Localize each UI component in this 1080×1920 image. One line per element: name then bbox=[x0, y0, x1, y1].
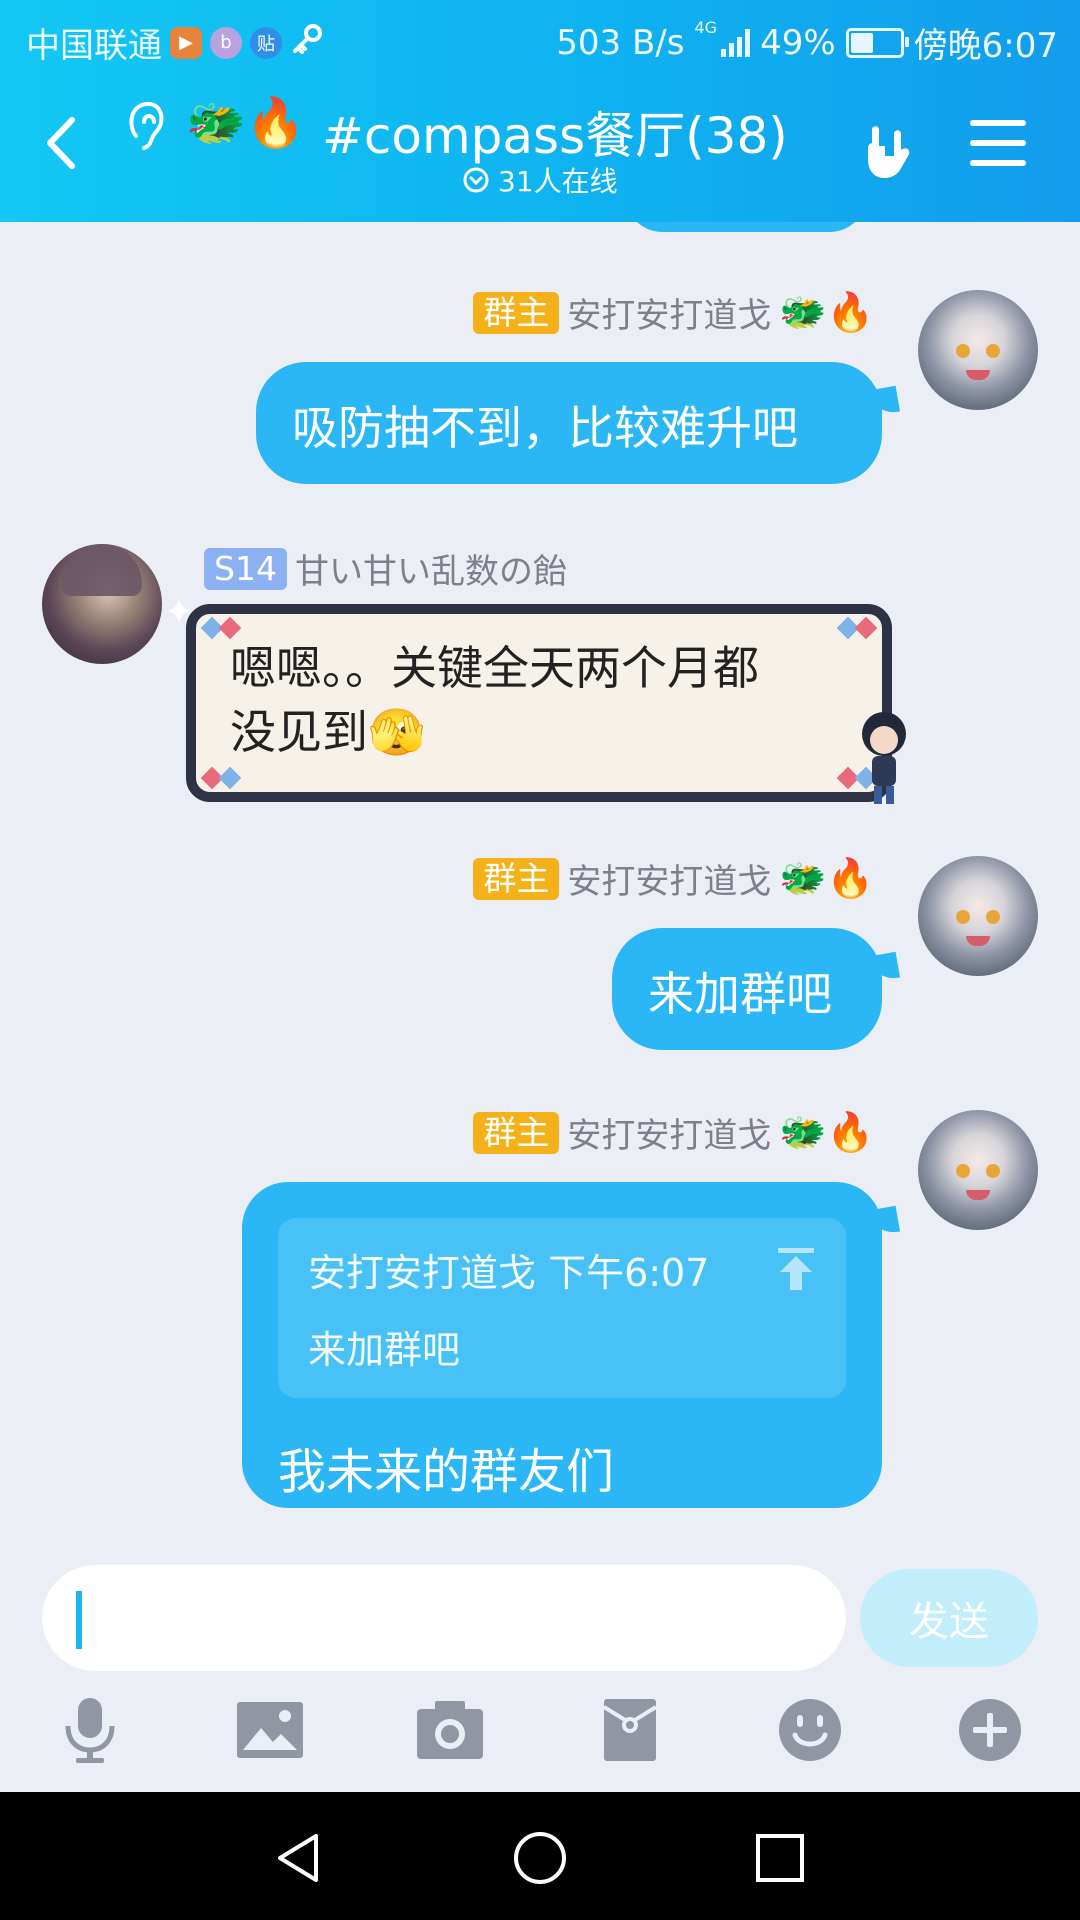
send-button[interactable]: 发送 bbox=[860, 1569, 1038, 1667]
red-packet-button[interactable] bbox=[590, 1690, 670, 1770]
sparkle-icon: ✦ bbox=[164, 592, 195, 633]
system-nav-bar bbox=[0, 1792, 1080, 1920]
avatar[interactable] bbox=[42, 544, 162, 664]
chat-title[interactable]: #compass餐厅(38) bbox=[322, 96, 788, 168]
owner-badge: 群主 bbox=[473, 291, 560, 334]
message-text: 我未来的群友们 bbox=[278, 1444, 615, 1500]
network-type: 4G bbox=[694, 18, 718, 37]
rock-hand-icon bbox=[868, 126, 910, 178]
previous-message-bubble bbox=[626, 222, 866, 232]
peek-emoji: 🫣 bbox=[368, 705, 426, 759]
fire-emoji: 🔥 bbox=[245, 95, 306, 151]
nav-back-button[interactable] bbox=[260, 1818, 340, 1898]
owner-badge: 群主 bbox=[473, 857, 560, 900]
message-text: 来加群吧 bbox=[648, 967, 832, 1021]
decorated-bubble-frame: 嗯嗯。。关键全天两个月都 没见到🫣 bbox=[186, 604, 892, 802]
dropdown-circle-icon bbox=[463, 167, 489, 193]
dragon-emoji: 🐲 bbox=[779, 290, 827, 334]
online-label: 31人在线 bbox=[498, 165, 618, 198]
chibi-character-sticker bbox=[856, 708, 912, 808]
sender-name[interactable]: 安打安打道戈 bbox=[567, 1108, 771, 1157]
back-arrow-icon bbox=[47, 117, 75, 169]
more-button[interactable] bbox=[950, 1690, 1030, 1770]
image-icon bbox=[237, 1702, 303, 1758]
mic-icon bbox=[65, 1698, 115, 1763]
net-speed: 503 B/s bbox=[556, 22, 685, 63]
video-app-icon: ▶ bbox=[170, 26, 202, 59]
triangle-back-icon bbox=[278, 1834, 318, 1882]
camera-button[interactable] bbox=[410, 1690, 490, 1770]
status-bar: 中国联通 ▶ b 贴 503 B/s 4G 49% 傍晚6:07 bbox=[0, 0, 1080, 74]
carrier-label: 中国联通 bbox=[26, 26, 162, 66]
message-bubble[interactable]: 安打安打道戈 下午6:07 来加群吧 我未来的群友们 bbox=[242, 1182, 901, 1508]
sender-name[interactable]: 安打安打道戈 bbox=[567, 288, 771, 337]
fire-emoji: 🔥 bbox=[826, 1110, 874, 1154]
emoji-button[interactable] bbox=[770, 1690, 850, 1770]
quote-header: 安打安打道戈 下午6:07 bbox=[308, 1251, 710, 1295]
image-button[interactable] bbox=[230, 1690, 310, 1770]
message-text-line: 嗯嗯。。关键全天两个月都 bbox=[230, 641, 759, 695]
back-button[interactable] bbox=[36, 108, 88, 178]
dragon-emoji: 🐲 bbox=[779, 856, 827, 900]
message-input[interactable] bbox=[42, 1565, 846, 1671]
battery-percent: 49% bbox=[760, 22, 836, 63]
mic-button[interactable] bbox=[50, 1690, 130, 1770]
message-text: 吸防抽不到，比较难升吧 bbox=[292, 401, 798, 455]
dragon-emoji: 🐲 bbox=[779, 1110, 827, 1154]
ear-mode-icon[interactable] bbox=[122, 96, 172, 156]
avatar[interactable] bbox=[918, 290, 1038, 410]
signal-icon bbox=[721, 28, 751, 57]
circle-home-icon bbox=[514, 1832, 566, 1884]
fire-emoji: 🔥 bbox=[826, 856, 874, 900]
plus-icon bbox=[959, 1699, 1021, 1761]
top-bar: 中国联通 ▶ b 贴 503 B/s 4G 49% 傍晚6:07 🐲 🔥 #co… bbox=[0, 0, 1080, 222]
sender-name[interactable]: 安打安打道戈 bbox=[567, 854, 771, 903]
square-recents-icon bbox=[756, 1834, 804, 1882]
nav-home-button[interactable] bbox=[500, 1818, 580, 1898]
quote-text: 来加群吧 bbox=[308, 1328, 461, 1372]
avatar[interactable] bbox=[918, 856, 1038, 976]
bilibili-app-icon: b bbox=[210, 26, 242, 59]
quoted-message[interactable]: 安打安打道戈 下午6:07 来加群吧 bbox=[278, 1218, 846, 1398]
sender-name[interactable]: 甘い甘い乱数の飴 bbox=[295, 544, 567, 593]
camera-icon bbox=[417, 1701, 483, 1759]
title-emoji: 🐲 🔥 bbox=[186, 94, 306, 151]
jump-to-quote-icon[interactable] bbox=[776, 1246, 816, 1292]
owner-badge: 群主 bbox=[473, 1111, 560, 1154]
fire-emoji: 🔥 bbox=[826, 290, 874, 334]
message-bubble[interactable]: 来加群吧 bbox=[612, 928, 901, 1050]
message-text-line: 没见到 bbox=[230, 705, 368, 759]
message-bubble[interactable]: 嗯嗯。。关键全天两个月都 没见到🫣 ✦ bbox=[164, 592, 906, 806]
red-packet-icon bbox=[602, 1699, 658, 1761]
avatar[interactable] bbox=[918, 1110, 1038, 1230]
dragon-emoji: 🐲 bbox=[186, 95, 246, 151]
emoji-icon bbox=[779, 1699, 841, 1761]
clock: 傍晚6:07 bbox=[913, 26, 1058, 66]
message-bubble[interactable]: 吸防抽不到，比较难升吧 bbox=[256, 362, 901, 484]
rock-hand-button[interactable] bbox=[858, 116, 924, 182]
menu-button[interactable] bbox=[970, 120, 1026, 176]
level-badge: S14 bbox=[204, 547, 287, 590]
online-count[interactable]: 31人在线 bbox=[462, 160, 618, 200]
input-toolbar bbox=[0, 1690, 1080, 1782]
nav-recents-button[interactable] bbox=[740, 1818, 820, 1898]
message-meta: 群主 安打安打道戈 🐲 🔥 bbox=[473, 288, 874, 337]
message-meta: S14 甘い甘い乱数の飴 bbox=[204, 544, 567, 593]
message-meta: 群主 安打安打道戈 🐲 🔥 bbox=[473, 854, 874, 903]
text-cursor bbox=[76, 1591, 82, 1649]
message-meta: 群主 安打安打道戈 🐲 🔥 bbox=[473, 1108, 874, 1157]
chat-list[interactable]: 群主 安打安打道戈 🐲 🔥 吸防抽不到，比较难升吧 S14 甘い甘い乱数の飴 嗯… bbox=[0, 222, 1080, 1552]
tieba-app-icon: 贴 bbox=[250, 26, 282, 59]
battery-icon bbox=[845, 27, 909, 58]
key-icon bbox=[290, 22, 324, 64]
